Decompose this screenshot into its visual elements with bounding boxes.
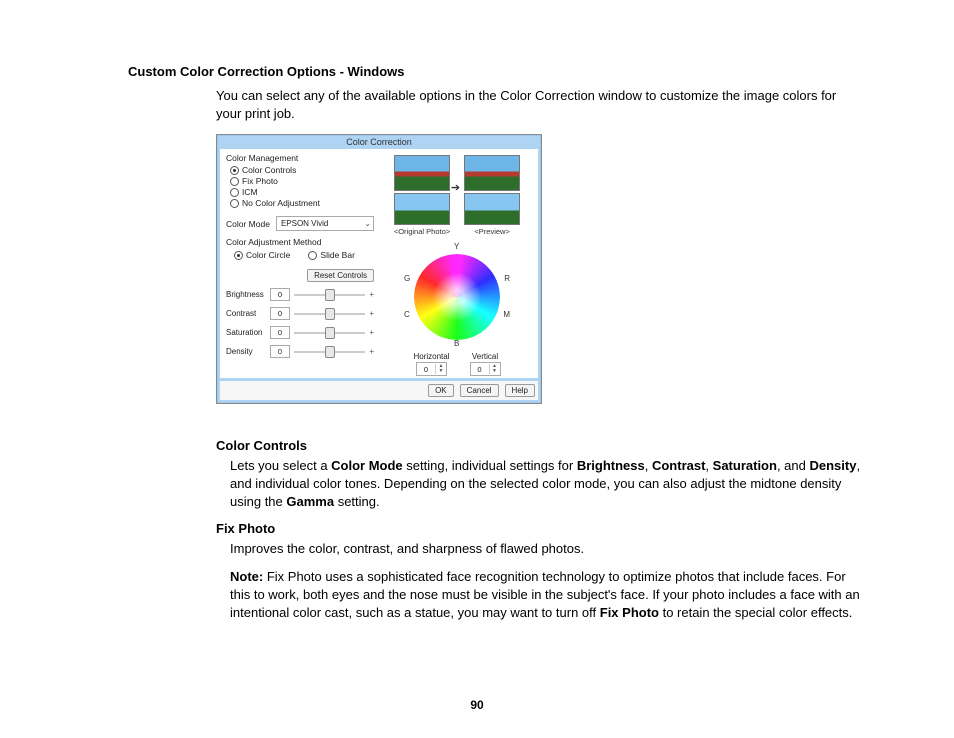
radio-icm[interactable]: ICM (230, 187, 374, 197)
brightness-value[interactable]: 0 (270, 288, 290, 301)
density-slider[interactable] (294, 346, 365, 358)
mgmt-label: Color Management (226, 153, 374, 163)
radio-icon (230, 188, 239, 197)
radio-icon (230, 199, 239, 208)
brightness-slider[interactable] (294, 289, 365, 301)
original-label: <Original Photo> (394, 227, 450, 236)
contrast-value[interactable]: 0 (270, 307, 290, 320)
section-heading: Custom Color Correction Options - Window… (128, 64, 864, 79)
radio-icon (230, 166, 239, 175)
density-label: Density (226, 347, 266, 356)
saturation-value[interactable]: 0 (270, 326, 290, 339)
fix-photo-heading: Fix Photo (216, 521, 864, 536)
radio-icon (308, 251, 317, 260)
radio-label: Slide Bar (320, 250, 355, 260)
preview-label: <Preview> (474, 227, 509, 236)
radio-label: Color Circle (246, 250, 290, 260)
color-mode-label: Color Mode (226, 219, 270, 229)
horizontal-label: Horizontal (413, 352, 449, 361)
contrast-label: Contrast (226, 309, 266, 318)
spinner-arrows-icon: ▲▼ (489, 364, 500, 374)
radio-no-adjust[interactable]: No Color Adjustment (230, 198, 374, 208)
color-mode-select[interactable]: EPSON Vivid ⌄ (276, 216, 374, 231)
color-correction-dialog: Color Correction Color Management Color … (216, 134, 542, 404)
vertical-label: Vertical (472, 352, 498, 361)
select-value: EPSON Vivid (281, 219, 328, 228)
wheel-y-label: Y (454, 242, 459, 251)
plus-icon: + (369, 309, 374, 318)
brightness-label: Brightness (226, 290, 266, 299)
contrast-slider[interactable] (294, 308, 365, 320)
wheel-b-label: B (454, 339, 459, 348)
saturation-label: Saturation (226, 328, 266, 337)
radio-label: No Color Adjustment (242, 198, 320, 208)
radio-slide-bar[interactable]: Slide Bar (308, 250, 355, 260)
dialog-title: Color Correction (217, 135, 541, 149)
wheel-c-label: C (404, 310, 410, 319)
radio-fix-photo[interactable]: Fix Photo (230, 176, 374, 186)
radio-label: ICM (242, 187, 258, 197)
saturation-slider[interactable] (294, 327, 365, 339)
adj-method-label: Color Adjustment Method (226, 237, 374, 247)
plus-icon: + (369, 290, 374, 299)
cancel-button[interactable]: Cancel (460, 384, 499, 397)
reset-controls-button[interactable]: Reset Controls (307, 269, 374, 282)
arrow-right-icon: ➔ (451, 181, 460, 194)
plus-icon: + (369, 347, 374, 356)
chevron-down-icon: ⌄ (364, 219, 371, 228)
radio-icon (234, 251, 243, 260)
page-number: 90 (0, 698, 954, 712)
wheel-g-label: G (404, 274, 410, 283)
radio-label: Fix Photo (242, 176, 278, 186)
plus-icon: + (369, 328, 374, 337)
wheel-r-label: R (504, 274, 510, 283)
preview-photo-thumb-2 (464, 193, 520, 225)
fix-photo-desc: Improves the color, contrast, and sharpn… (230, 540, 864, 558)
radio-color-circle[interactable]: Color Circle (234, 250, 290, 260)
fix-photo-note: Note: Fix Photo uses a sophisticated fac… (230, 568, 864, 622)
horizontal-spinner[interactable]: 0 ▲▼ (416, 362, 447, 376)
wheel-m-label: M (503, 310, 510, 319)
density-value[interactable]: 0 (270, 345, 290, 358)
ok-button[interactable]: OK (428, 384, 454, 397)
intro-text: You can select any of the available opti… (216, 87, 864, 122)
radio-icon (230, 177, 239, 186)
spin-value: 0 (417, 365, 435, 374)
spin-value: 0 (471, 365, 489, 374)
spinner-arrows-icon: ▲▼ (435, 364, 446, 374)
preview-photo-thumb (464, 155, 520, 191)
help-button[interactable]: Help (505, 384, 535, 397)
color-controls-desc: Lets you select a Color Mode setting, in… (230, 457, 864, 511)
vertical-spinner[interactable]: 0 ▲▼ (470, 362, 501, 376)
color-circle[interactable]: Y R M B C G (402, 244, 512, 346)
color-controls-heading: Color Controls (216, 438, 864, 453)
radio-color-controls[interactable]: Color Controls (230, 165, 374, 175)
radio-label: Color Controls (242, 165, 296, 175)
original-photo-thumb (394, 155, 450, 191)
original-photo-thumb-2 (394, 193, 450, 225)
